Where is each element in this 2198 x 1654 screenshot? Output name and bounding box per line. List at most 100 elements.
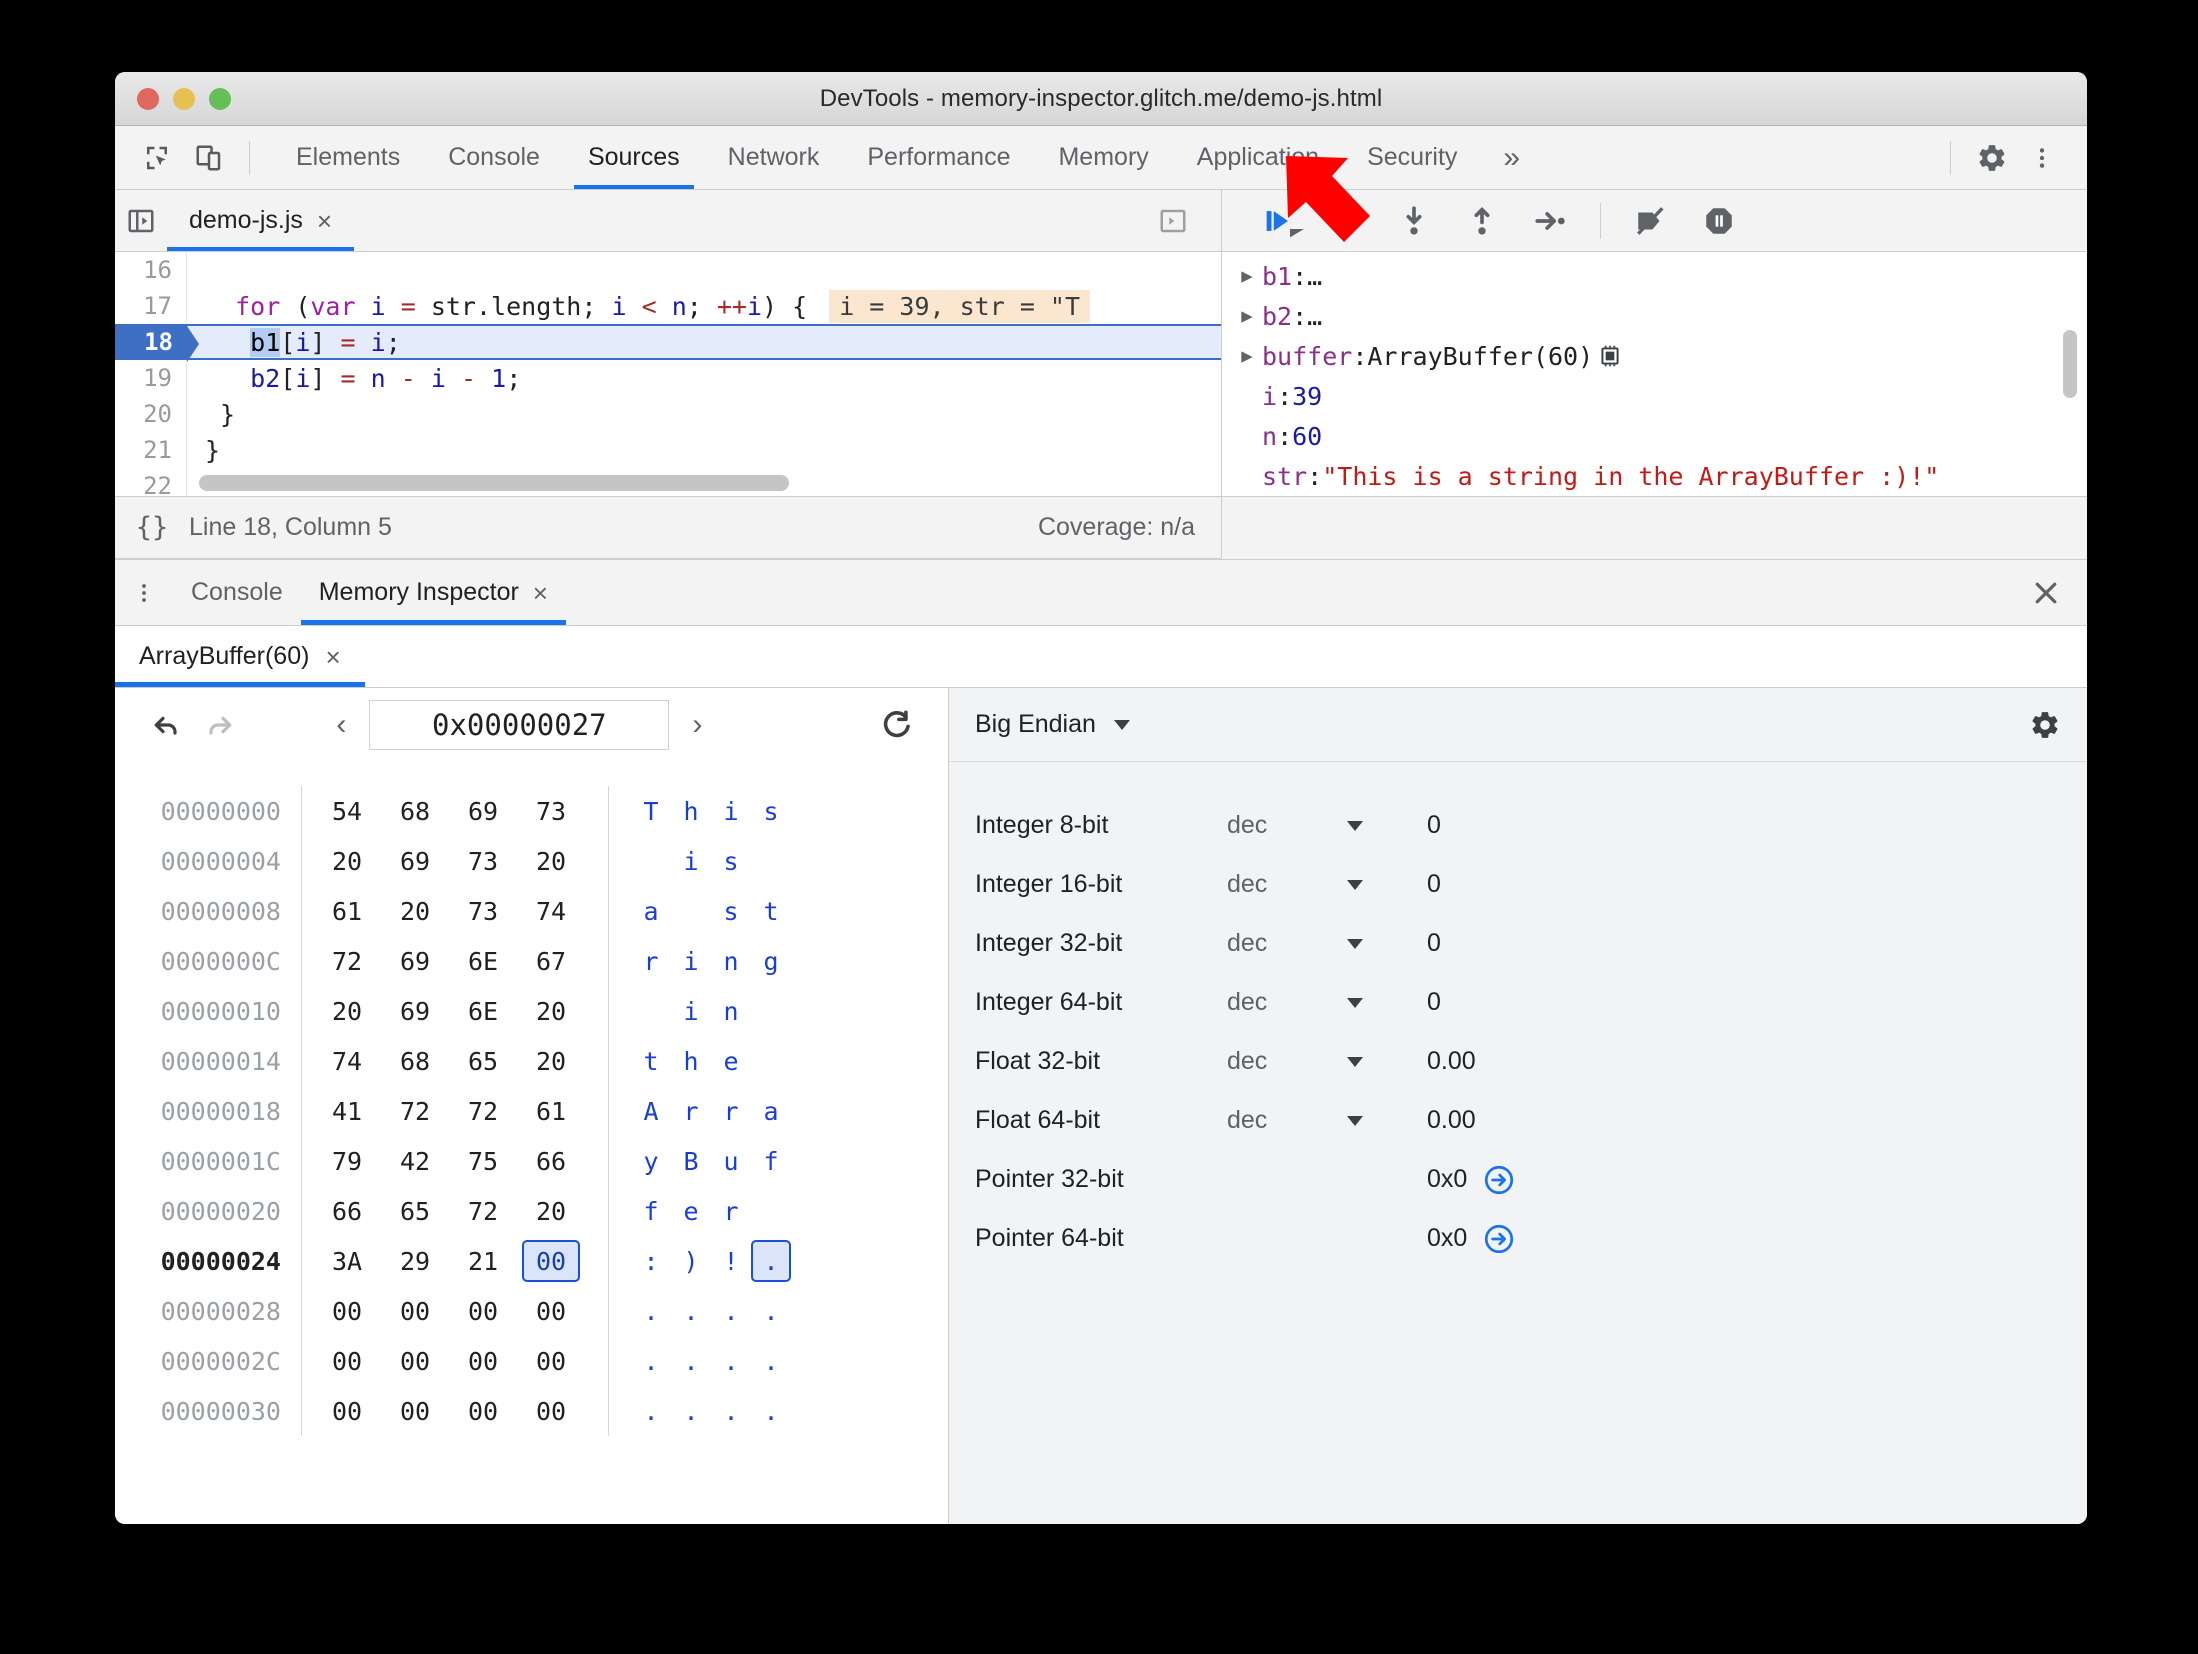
jump-to-address-icon[interactable] [1481, 1221, 1517, 1257]
ascii-char[interactable]: . [671, 1340, 711, 1382]
hex-byte[interactable]: 54 [318, 790, 376, 832]
value-inspector-settings-gear-icon[interactable] [2029, 709, 2061, 741]
hex-byte[interactable]: 72 [454, 1090, 512, 1132]
hex-row[interactable]: 00000024 3A 29 21 00:)!. [115, 1236, 948, 1286]
hex-byte[interactable]: 42 [386, 1140, 444, 1182]
address-input[interactable]: 0x00000027 [369, 700, 670, 750]
hex-byte[interactable]: 20 [386, 890, 444, 932]
expand-triangle-icon[interactable]: ▶ [1236, 345, 1258, 367]
hex-byte[interactable]: 6E [454, 990, 512, 1032]
line-number[interactable]: 19 [115, 360, 187, 396]
ascii-char[interactable]: . [751, 1240, 791, 1282]
code-line[interactable]: 20 } [115, 396, 1221, 432]
hex-byte[interactable]: 20 [318, 840, 376, 882]
tab-network[interactable]: Network [704, 126, 844, 189]
hex-byte[interactable]: 67 [522, 940, 580, 982]
hex-byte[interactable]: 69 [386, 840, 444, 882]
line-number[interactable]: 20 [115, 396, 187, 432]
file-tab-demo-js[interactable]: demo-js.js × [167, 190, 355, 251]
close-icon[interactable]: × [533, 580, 548, 606]
tab-console[interactable]: Console [424, 126, 564, 189]
tab-performance[interactable]: Performance [843, 126, 1034, 189]
hex-byte[interactable]: 3A [318, 1240, 376, 1282]
ascii-char[interactable]: . [751, 1390, 791, 1432]
hex-byte[interactable]: 29 [386, 1240, 444, 1282]
hex-viewer[interactable]: 00000000 54 68 69 73 Th i s 00000004 20 69 73 20 is … [115, 762, 948, 1524]
previous-address-icon[interactable]: ‹ [321, 702, 361, 748]
hex-byte[interactable]: 20 [522, 990, 580, 1032]
ascii-char[interactable]: . [711, 1340, 751, 1382]
ascii-char[interactable] [751, 990, 791, 1032]
value-mode-label[interactable]: dec [1227, 929, 1347, 958]
hex-byte[interactable]: 00 [454, 1290, 512, 1332]
ascii-char[interactable] [751, 1040, 791, 1082]
line-number[interactable]: 21 [115, 432, 187, 468]
hex-row[interactable]: 00000004 20 69 73 20 is [115, 836, 948, 886]
hex-byte[interactable]: 66 [522, 1140, 580, 1182]
ascii-char[interactable]: a [631, 890, 671, 932]
ascii-char[interactable]: n [711, 940, 751, 982]
hex-byte[interactable]: 69 [454, 790, 512, 832]
mode-chevron-down-icon[interactable] [1347, 1115, 1427, 1126]
ascii-char[interactable] [631, 840, 671, 882]
code-line[interactable]: 18 b1[i] = i; [115, 324, 1221, 362]
hex-byte[interactable]: 73 [522, 790, 580, 832]
drawer-tab-memory-inspector[interactable]: Memory Inspector × [300, 560, 567, 625]
hex-row[interactable]: 00000018 41 72 72 61 Ar r a [115, 1086, 948, 1136]
ascii-char[interactable]: y [631, 1140, 671, 1182]
expand-triangle-icon[interactable]: ▶ [1236, 305, 1258, 327]
more-tools-kebab-icon[interactable] [115, 560, 173, 625]
memory-tab-arraybuffer[interactable]: ArrayBuffer(60) × [115, 626, 365, 687]
deactivate-breakpoints-icon[interactable] [1617, 194, 1685, 248]
hex-byte[interactable]: 68 [386, 1040, 444, 1082]
ascii-char[interactable]: ) [671, 1240, 711, 1282]
tab-elements[interactable]: Elements [272, 126, 424, 189]
ascii-char[interactable]: i [671, 990, 711, 1032]
next-address-icon[interactable]: › [677, 702, 717, 748]
hex-row[interactable]: 00000020 66 65 72 20 f e r [115, 1186, 948, 1236]
ascii-char[interactable]: s [711, 890, 751, 932]
scope-variable-row[interactable]: ▶ b2: … [1222, 296, 2087, 336]
value-mode-label[interactable]: dec [1227, 1047, 1347, 1076]
ascii-char[interactable]: . [631, 1290, 671, 1332]
ascii-char[interactable]: . [751, 1340, 791, 1382]
more-options-kebab-icon[interactable] [2019, 135, 2065, 181]
hex-byte[interactable]: 6E [454, 940, 512, 982]
hex-byte[interactable]: 74 [318, 1040, 376, 1082]
hex-byte[interactable]: 61 [522, 1090, 580, 1132]
hex-byte[interactable]: 00 [386, 1340, 444, 1382]
mode-chevron-down-icon[interactable] [1347, 938, 1427, 949]
more-tabs-chevron-icon[interactable]: » [1481, 141, 1542, 175]
hex-byte[interactable]: 00 [386, 1390, 444, 1432]
hex-byte[interactable]: 00 [522, 1390, 580, 1432]
code-horizontal-scrollbar[interactable] [199, 475, 789, 491]
hex-byte[interactable]: 00 [454, 1340, 512, 1382]
ascii-char[interactable]: i [671, 840, 711, 882]
ascii-char[interactable] [671, 890, 711, 932]
hex-byte[interactable]: 21 [454, 1240, 512, 1282]
ascii-char[interactable]: B [671, 1140, 711, 1182]
hex-row[interactable]: 00000028 00 00 00 00.... [115, 1286, 948, 1336]
hex-row[interactable]: 00000030 00 00 00 00.... [115, 1386, 948, 1436]
hex-byte[interactable]: 73 [454, 840, 512, 882]
hex-row[interactable]: 00000000 54 68 69 73 Th i s [115, 786, 948, 836]
pause-on-exceptions-icon[interactable] [1685, 194, 1753, 248]
ascii-char[interactable]: f [751, 1140, 791, 1182]
ascii-char[interactable]: . [671, 1390, 711, 1432]
ascii-char[interactable]: . [711, 1390, 751, 1432]
hex-byte[interactable]: 00 [318, 1390, 376, 1432]
line-number[interactable]: 17 [115, 288, 187, 324]
ascii-char[interactable]: A [631, 1090, 671, 1132]
hex-byte[interactable]: 69 [386, 940, 444, 982]
refresh-icon[interactable] [870, 699, 922, 751]
mode-chevron-down-icon[interactable] [1347, 997, 1427, 1008]
hex-byte[interactable]: 00 [522, 1290, 580, 1332]
ascii-char[interactable]: n [711, 990, 751, 1032]
hex-row[interactable]: 0000002C 00 00 00 00.... [115, 1336, 948, 1386]
line-number[interactable]: 18 [115, 326, 187, 358]
code-line[interactable]: 16 [115, 252, 1221, 288]
ascii-char[interactable]: i [711, 790, 751, 832]
ascii-char[interactable]: s [751, 790, 791, 832]
mode-chevron-down-icon[interactable] [1347, 879, 1427, 890]
hex-byte[interactable]: 73 [454, 890, 512, 932]
